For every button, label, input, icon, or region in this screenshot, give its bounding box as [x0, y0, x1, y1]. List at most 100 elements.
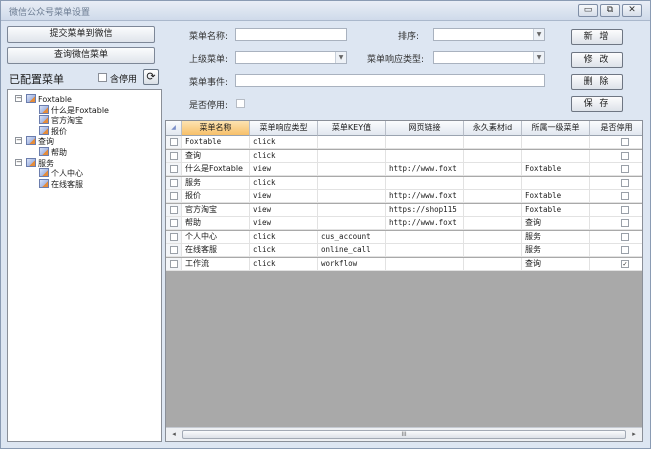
disabled-checkbox[interactable]	[236, 99, 245, 108]
disabled-checkbox[interactable]	[621, 232, 629, 241]
cell-url[interactable]	[386, 230, 464, 244]
menu-event-input[interactable]	[235, 74, 545, 87]
disabled-checkbox[interactable]	[621, 178, 629, 187]
cell-key[interactable]	[318, 190, 386, 203]
cell-parent[interactable]: Foxtable	[522, 203, 590, 217]
table-row[interactable]: 工作流 click workflow 查询 ✓	[166, 257, 642, 271]
column-header[interactable]: 是否停用	[590, 121, 642, 136]
row-select-cell[interactable]	[166, 190, 182, 203]
row-select-cell[interactable]	[166, 230, 182, 244]
row-select-cell[interactable]	[166, 217, 182, 230]
minimize-button[interactable]: ▭	[578, 4, 598, 17]
cell-name[interactable]: 个人中心	[182, 230, 250, 244]
cell-parent[interactable]: 服务	[522, 244, 590, 257]
cell-parent[interactable]: 查询	[522, 217, 590, 230]
response-type-select[interactable]: ▼	[433, 51, 545, 64]
column-header[interactable]: 菜单名称	[182, 121, 250, 136]
row-checkbox[interactable]	[170, 205, 178, 214]
tree-node-child[interactable]: 帮助	[39, 147, 67, 157]
tree-collapse-icon[interactable]: −	[15, 95, 22, 102]
row-select-cell[interactable]	[166, 203, 182, 217]
cell-media[interactable]	[464, 149, 522, 163]
row-checkbox[interactable]	[170, 192, 178, 200]
disabled-cell[interactable]	[590, 136, 642, 149]
table-row[interactable]: Foxtable click	[166, 136, 642, 149]
row-select-cell[interactable]	[166, 163, 182, 176]
cell-media[interactable]	[464, 217, 522, 230]
disabled-cell[interactable]	[590, 217, 642, 230]
disabled-cell[interactable]	[590, 150, 642, 163]
cell-parent[interactable]	[522, 176, 590, 190]
cell-type[interactable]: view	[250, 190, 318, 203]
submit-menu-to-wechat-button[interactable]: 提交菜单到微信	[7, 26, 155, 43]
cell-type[interactable]: click	[250, 257, 318, 271]
order-select[interactable]: ▼	[433, 28, 545, 41]
scroll-thumb[interactable]: III	[182, 430, 626, 439]
row-checkbox[interactable]	[170, 219, 178, 227]
disabled-cell[interactable]: ✓	[590, 258, 642, 271]
cell-key[interactable]: cus_account	[318, 230, 386, 244]
cell-parent[interactable]: 服务	[522, 230, 590, 244]
table-row[interactable]: 官方淘宝 view https://shop115 Foxtable	[166, 203, 642, 217]
cell-parent[interactable]: 查询	[522, 257, 590, 271]
row-checkbox[interactable]	[170, 151, 178, 160]
cell-key[interactable]	[318, 136, 386, 149]
cell-key[interactable]: online_call	[318, 244, 386, 257]
cell-url[interactable]	[386, 176, 464, 190]
row-select-cell[interactable]	[166, 257, 182, 271]
cell-type[interactable]: view	[250, 163, 318, 176]
cell-url[interactable]: http://www.foxt	[386, 190, 464, 203]
cell-url[interactable]	[386, 136, 464, 149]
row-select-cell[interactable]	[166, 244, 182, 257]
tree-node-top[interactable]: − 服务	[15, 157, 54, 168]
cell-type[interactable]: click	[250, 176, 318, 190]
disabled-checkbox[interactable]: ✓	[621, 259, 629, 268]
row-select-cell[interactable]	[166, 136, 182, 149]
disabled-cell[interactable]	[590, 163, 642, 176]
disabled-checkbox[interactable]	[621, 192, 629, 200]
cell-url[interactable]: https://shop115	[386, 203, 464, 217]
row-checkbox[interactable]	[170, 259, 178, 268]
cell-url[interactable]	[386, 149, 464, 163]
refresh-icon[interactable]: ⟳	[143, 69, 159, 85]
cell-media[interactable]	[464, 257, 522, 271]
close-button[interactable]: ✕	[622, 4, 642, 17]
add-button[interactable]: 新 增	[571, 29, 623, 45]
cell-name[interactable]: 在线客服	[182, 244, 250, 257]
table-row[interactable]: 帮助 view http://www.foxt 查询	[166, 217, 642, 230]
cell-parent[interactable]	[522, 149, 590, 163]
table-row[interactable]: 在线客服 click online_call 服务	[166, 244, 642, 257]
disabled-checkbox[interactable]	[621, 219, 629, 227]
disabled-cell[interactable]	[590, 177, 642, 190]
cell-name[interactable]: 服务	[182, 176, 250, 190]
cell-type[interactable]: click	[250, 149, 318, 163]
cell-name[interactable]: 帮助	[182, 217, 250, 230]
table-row[interactable]: 服务 click	[166, 176, 642, 190]
column-header[interactable]: 网页链接	[386, 121, 464, 136]
delete-button[interactable]: 删 除	[571, 74, 623, 90]
table-row[interactable]: 查询 click	[166, 149, 642, 163]
row-select-cell[interactable]	[166, 176, 182, 190]
disabled-cell[interactable]	[590, 231, 642, 244]
cell-url[interactable]: http://www.foxt	[386, 163, 464, 176]
tree-node-top[interactable]: − Foxtable	[15, 94, 72, 104]
tree-node-child[interactable]: 在线客服	[39, 178, 83, 189]
restore-button[interactable]: ⧉	[600, 4, 620, 17]
tree-collapse-icon[interactable]: −	[15, 137, 22, 145]
disabled-checkbox[interactable]	[621, 165, 629, 173]
cell-name[interactable]: 工作流	[182, 257, 250, 271]
cell-media[interactable]	[464, 190, 522, 203]
row-checkbox[interactable]	[170, 138, 178, 146]
disabled-checkbox[interactable]	[621, 246, 629, 254]
tree-node-top[interactable]: − 查询	[15, 136, 54, 146]
row-select-cell[interactable]	[166, 149, 182, 163]
disabled-checkbox[interactable]	[621, 138, 629, 146]
cell-name[interactable]: 报价	[182, 190, 250, 203]
cell-media[interactable]	[464, 244, 522, 257]
cell-parent[interactable]: Foxtable	[522, 190, 590, 203]
column-header[interactable]: 菜单响应类型	[250, 121, 318, 136]
cell-type[interactable]: view	[250, 217, 318, 230]
table-row[interactable]: 报价 view http://www.foxt Foxtable	[166, 190, 642, 203]
cell-name[interactable]: 官方淘宝	[182, 203, 250, 217]
cell-media[interactable]	[464, 203, 522, 217]
